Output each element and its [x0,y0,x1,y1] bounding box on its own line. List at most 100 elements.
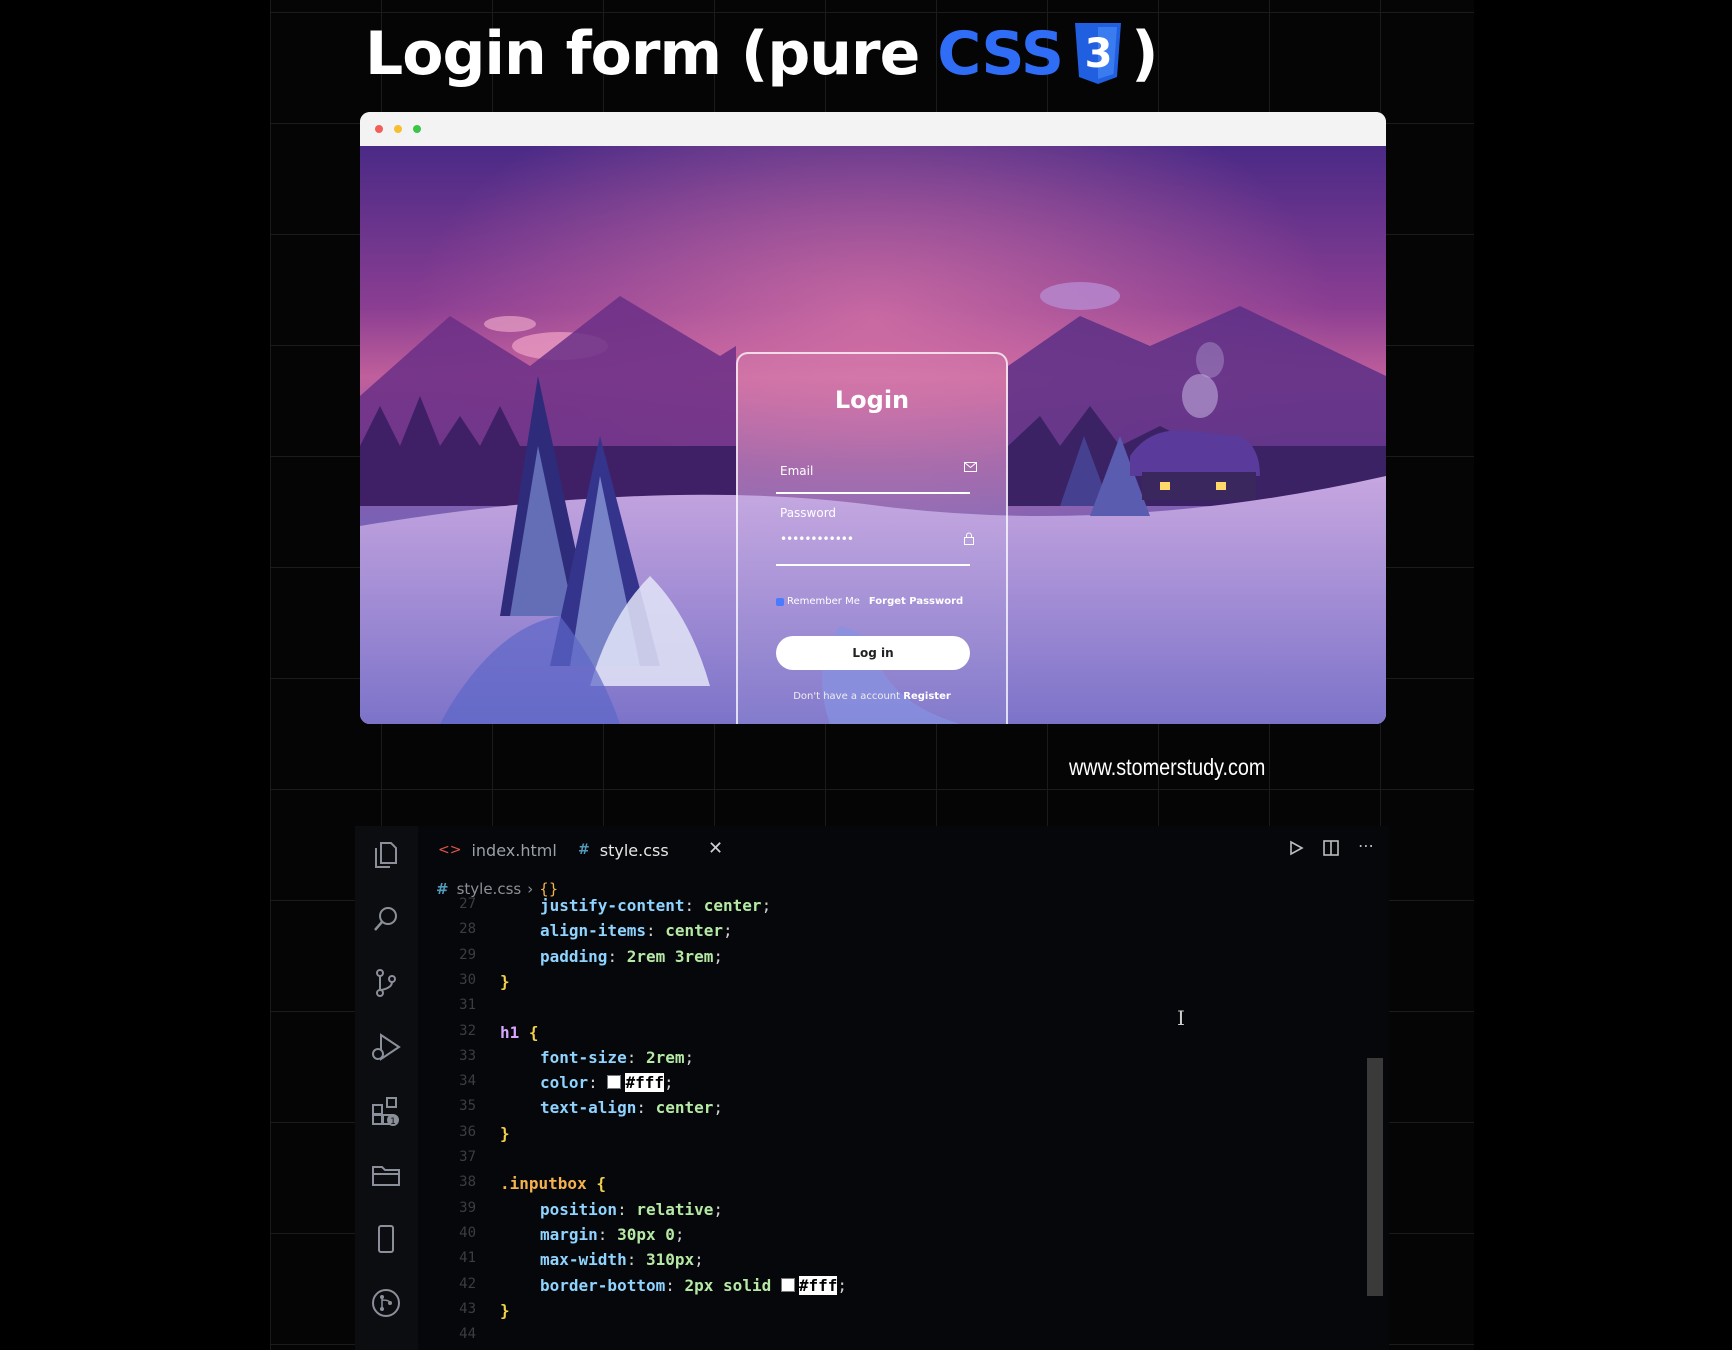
line-number: 36 [459,1123,476,1140]
register-row: Don't have a account Register [738,691,1006,702]
split-editor-icon[interactable] [1323,840,1339,860]
line-number: 38 [459,1174,476,1191]
line-number: 33 [459,1047,476,1064]
code-token: #fff [625,1073,664,1093]
minimize-window-dot[interactable] [394,125,402,133]
code-line[interactable]: 42 border-bottom: 2px solid #fff; [418,1275,1318,1301]
code-token: : [617,1199,637,1219]
code-text: .inputbox { [500,1174,606,1193]
video-frame: Login form (pure CSS 3 ) Login Email Pas… [270,0,1474,1350]
code-line[interactable]: 38 .inputbox { [418,1174,1318,1199]
code-text: justify-content: center; [540,896,771,915]
code-token: font-size [540,1047,627,1067]
code-line[interactable]: 35 text-align: center; [418,1098,1318,1123]
device-icon[interactable] [371,1224,401,1254]
code-token: ; [713,1098,724,1118]
code-token: : [607,946,627,966]
code-token: 2px [684,1275,714,1295]
code-line[interactable]: 37 [418,1149,1318,1174]
code-line[interactable]: 36} [418,1124,1318,1149]
close-icon[interactable]: ✕ [708,838,723,859]
code-token: margin [540,1224,598,1244]
extensions-icon[interactable]: 1 [371,1096,401,1126]
code-token: 310px [645,1250,695,1270]
tab-style-css[interactable]: # style.css [578,826,669,874]
forgot-password-link[interactable]: Forget Password [869,596,963,607]
line-number: 44 [459,1326,476,1343]
more-icon[interactable]: ⋯ [1358,836,1374,855]
code-token: color [540,1073,589,1093]
headline-suffix: ) [1131,19,1158,89]
code-line[interactable]: 30} [418,972,1318,997]
code-token: : [684,896,704,915]
code-text: } [500,1301,510,1320]
code-token: padding [540,946,608,966]
line-number: 27 [459,896,476,912]
code-line[interactable]: 39 position: relative; [418,1200,1318,1225]
register-link[interactable]: Register [903,691,951,702]
code-line[interactable]: 44 [418,1326,1318,1350]
remember-me-checkbox[interactable] [776,597,784,606]
folder-icon[interactable] [371,1160,401,1190]
code-line[interactable]: 27 justify-content: center; [418,896,1318,921]
code-token: : [626,1047,646,1067]
browser-title-bar [360,112,1386,146]
code-area[interactable]: 27 justify-content: center; 28 align-items:… [418,896,1389,1350]
code-text: } [500,1124,510,1143]
source-control-icon[interactable] [371,968,401,998]
line-number: 37 [459,1149,476,1165]
password-field[interactable]: Password •••••••••••• [776,502,974,566]
code-token: : [636,1098,656,1118]
git-graph-icon[interactable] [371,1288,401,1318]
code-text: max-width: 310px; [540,1250,704,1269]
headline: Login form (pure CSS 3 ) [365,14,1159,94]
code-line[interactable]: 40 margin: 30px 0; [418,1225,1318,1250]
run-icon[interactable] [1288,840,1304,860]
code-token: text-align [540,1098,637,1118]
code-line[interactable]: 28 align-items: center; [418,921,1318,946]
css3-logo-icon: 3 [1071,21,1125,87]
css-icon: # [578,842,590,858]
code-token: center [665,921,724,941]
tab-label: style.css [599,840,669,860]
code-line[interactable]: 29 padding: 2rem 3rem; [418,947,1318,972]
activity-bar: 1 [355,826,418,1350]
code-line[interactable]: 43} [418,1301,1318,1326]
code-text: color: #fff; [540,1073,674,1093]
code-token: max-width [540,1250,627,1270]
scrollbar[interactable] [1367,1058,1383,1296]
winter-night-background: Login Email Password •••••••••••• Rememb… [360,146,1386,724]
code-line[interactable]: 33 font-size: 2rem; [418,1048,1318,1073]
code-token: ; [684,1047,695,1067]
line-number: 34 [459,1073,476,1090]
color-swatch-icon [780,1277,795,1292]
files-icon[interactable] [371,840,401,870]
login-card: Login Email Password •••••••••••• Rememb… [736,352,1008,724]
password-label: Password [780,506,837,520]
code-line[interactable]: 41 max-width: 310px; [418,1250,1318,1275]
code-token: center [703,896,762,915]
code-token: : [645,921,666,941]
remember-row: Remember Me Forget Password [776,596,972,607]
login-button[interactable]: Log in [776,636,970,670]
code-line[interactable]: 34 color: #fff; [418,1073,1318,1098]
search-icon[interactable] [371,904,401,934]
email-label: Email [780,464,814,478]
login-title: Login [834,386,910,414]
code-text: border-bottom: 2px solid #fff; [540,1275,847,1295]
code-text: margin: 30px 0; [540,1225,685,1244]
tab-index-html[interactable]: <> index.html [438,826,557,874]
browser-window: Login Email Password •••••••••••• Rememb… [360,112,1386,724]
tab-bar: <> index.html # style.css ✕ ⋯ [418,826,1389,874]
run-debug-icon[interactable] [371,1032,401,1062]
code-token: justify-content [540,896,685,915]
email-field[interactable]: Email [776,454,977,494]
close-window-dot[interactable] [375,125,383,133]
code-text: } [500,972,510,991]
line-number: 32 [459,1022,476,1039]
maximize-window-dot[interactable] [413,125,421,133]
line-number: 29 [459,946,476,963]
code-text: padding: 2rem 3rem; [540,947,723,966]
